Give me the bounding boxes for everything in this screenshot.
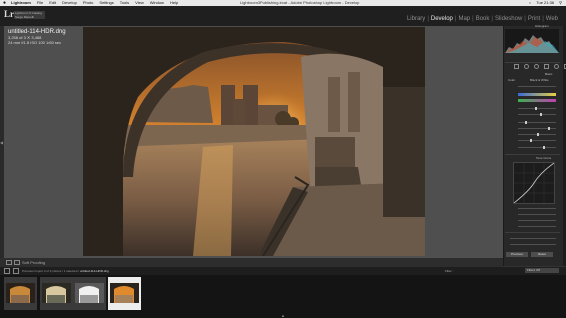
module-map[interactable]: Map xyxy=(456,16,472,22)
module-picker: Library | Develop | Map | Book | Slidesh… xyxy=(405,16,560,22)
curve-darks-slider[interactable] xyxy=(518,220,556,221)
previous-button[interactable]: Previous xyxy=(506,252,528,257)
temp-slider[interactable] xyxy=(518,93,556,96)
crop-tool-icon[interactable] xyxy=(514,64,519,69)
shadows-thumb[interactable] xyxy=(548,127,550,130)
curve-lights-slider[interactable] xyxy=(518,214,556,215)
whites-thumb[interactable] xyxy=(537,133,539,136)
source-label: Previous Import xyxy=(22,269,44,273)
histogram xyxy=(505,29,559,53)
filmstrip-thumbnail[interactable] xyxy=(40,277,73,310)
reset-button[interactable]: Reset xyxy=(531,252,553,257)
filmstrip-thumbnail[interactable] xyxy=(4,277,37,310)
panel-divider xyxy=(505,154,560,155)
loupe-view-icon[interactable] xyxy=(6,260,12,265)
user-name: Serge Ramelli xyxy=(15,15,34,19)
spot-removal-icon[interactable] xyxy=(524,64,529,69)
tool-strip xyxy=(514,64,566,69)
module-web[interactable]: Web xyxy=(544,16,560,22)
tone-curve-title[interactable]: Tone Curve xyxy=(536,156,551,160)
blacks-thumb[interactable] xyxy=(530,139,532,142)
second-window-icon[interactable] xyxy=(13,268,19,274)
module-print[interactable]: Print xyxy=(526,16,542,22)
filter-dropdown[interactable]: Filters Off xyxy=(525,268,559,273)
filmstrip-toggle-arrow-icon[interactable]: ▲ xyxy=(281,313,285,318)
highlights-slider[interactable] xyxy=(518,122,556,123)
histogram-graph xyxy=(505,35,559,53)
graduated-filter-icon[interactable] xyxy=(544,64,549,69)
red-eye-icon[interactable] xyxy=(534,64,539,69)
exposure-thumb[interactable] xyxy=(535,107,537,110)
tint-slider[interactable] xyxy=(518,99,556,102)
wb-slider[interactable] xyxy=(518,86,556,87)
tone-curve-line xyxy=(513,162,555,204)
contrast-slider[interactable] xyxy=(518,114,556,115)
info-overlay: untitled-114-HDR.dng 3,258 of 3 ✕ 3,488 … xyxy=(8,29,66,45)
module-slideshow[interactable]: Slideshow xyxy=(493,16,524,22)
blacks-slider[interactable] xyxy=(518,140,556,141)
thumbnail-image xyxy=(75,283,104,303)
thumbnail-image xyxy=(110,283,139,303)
exposure-slider[interactable] xyxy=(518,108,556,109)
curve-highlights-slider[interactable] xyxy=(518,208,556,209)
soft-proofing-toggle[interactable]: Soft Proofing xyxy=(22,259,45,266)
thumbnail-image xyxy=(42,283,71,303)
module-develop[interactable]: Develop xyxy=(429,16,455,22)
clarity-slider[interactable] xyxy=(518,147,556,148)
histogram-title[interactable]: Histogram xyxy=(535,24,549,28)
treatment-color[interactable]: Color xyxy=(508,78,515,82)
module-library[interactable]: Library xyxy=(405,16,427,22)
shadows-slider[interactable] xyxy=(518,128,556,129)
selected-filename: untitled-114-HDR.dng xyxy=(79,269,109,273)
tone-curve-graph[interactable] xyxy=(513,162,555,204)
curve-shadows-slider[interactable] xyxy=(518,226,556,227)
hsl-row[interactable] xyxy=(510,238,556,239)
module-book[interactable]: Book xyxy=(474,16,492,22)
overlay-exif: 24 mm f/1.8 ISO 100 1/60 sec xyxy=(8,40,62,45)
filter-label: Filter : xyxy=(445,269,454,273)
highlights-thumb[interactable] xyxy=(525,121,527,124)
split-toning-row[interactable] xyxy=(510,244,556,245)
left-panel-arrow-icon[interactable]: ◀ xyxy=(0,140,3,145)
main-photo[interactable] xyxy=(83,27,425,256)
photo-count: 4 of 4 photos / 1 selected / xyxy=(43,269,80,273)
grid-view-icon[interactable] xyxy=(4,268,10,274)
filmstrip-thumbnail-selected[interactable] xyxy=(108,277,141,310)
filmstrip-thumbnail[interactable] xyxy=(73,277,106,310)
develop-toolbar xyxy=(0,258,503,267)
treatment-bw[interactable]: Black & White xyxy=(530,78,549,82)
photo-illustration xyxy=(83,27,425,256)
lightroom-logo: Lr xyxy=(4,9,14,19)
thumbnail-image xyxy=(6,283,35,303)
contrast-thumb[interactable] xyxy=(540,113,542,116)
basic-panel-title[interactable]: Basic xyxy=(545,72,552,76)
radial-filter-icon[interactable] xyxy=(554,64,559,69)
filmstrip-source[interactable]: Previous Import 4 of 4 photos / 1 select… xyxy=(22,269,109,273)
before-after-icon[interactable] xyxy=(14,260,20,265)
panel-divider xyxy=(505,232,560,233)
panel-divider xyxy=(505,62,560,63)
identity-plate: Lightroom 5 Catalog Serge Ramelli xyxy=(14,11,45,19)
filmstrip-nav xyxy=(4,268,19,274)
clarity-thumb[interactable] xyxy=(543,146,545,149)
